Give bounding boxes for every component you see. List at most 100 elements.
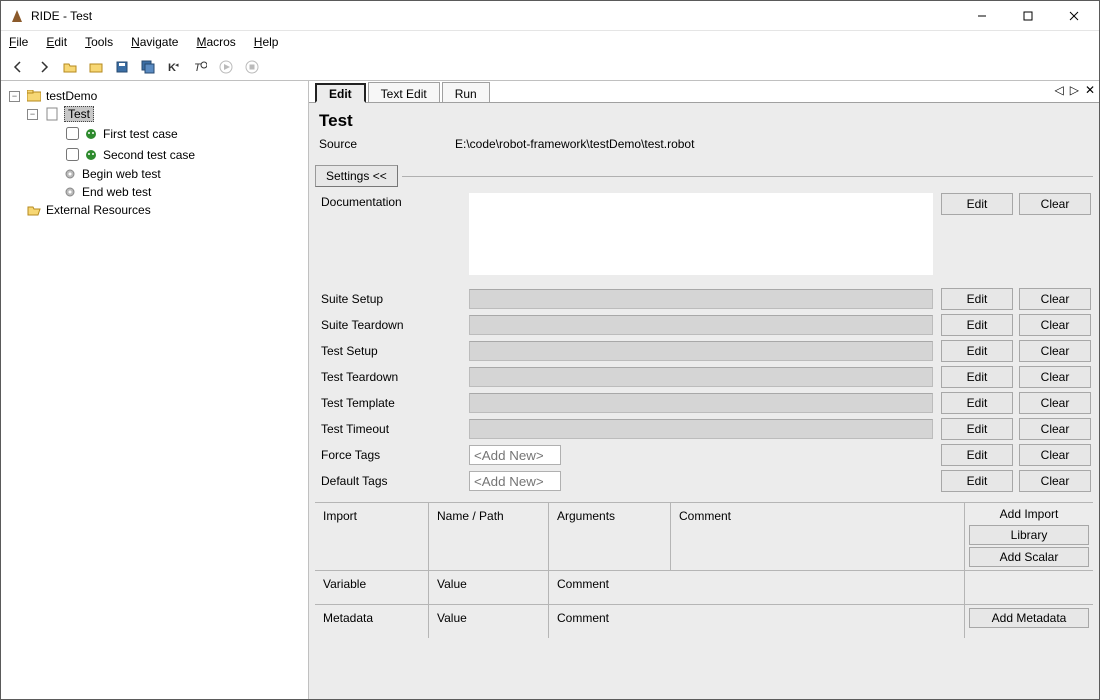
- editor-tabs: Edit Text Edit Run ◁ ▷ ✕: [309, 81, 1099, 103]
- keyword-icon[interactable]: K◂: [163, 56, 185, 78]
- menu-help[interactable]: Help: [254, 35, 279, 49]
- comment-col-header: Comment: [549, 605, 965, 638]
- suite-teardown-field[interactable]: [469, 315, 933, 335]
- test-teardown-clear-button[interactable]: Clear: [1019, 366, 1091, 388]
- svg-text:◂: ◂: [175, 62, 179, 69]
- maximize-button[interactable]: [1005, 1, 1051, 31]
- tree-item-label: First test case: [103, 127, 178, 141]
- default-tags-edit-button[interactable]: Edit: [941, 470, 1013, 492]
- gear-icon: [62, 184, 78, 200]
- test-timeout-edit-button[interactable]: Edit: [941, 418, 1013, 440]
- tab-edit[interactable]: Edit: [315, 83, 366, 103]
- forward-icon[interactable]: [33, 56, 55, 78]
- tab-run[interactable]: Run: [442, 82, 490, 102]
- search-test-icon[interactable]: T: [189, 56, 211, 78]
- documentation-field[interactable]: [469, 193, 933, 275]
- robot-icon: [83, 126, 99, 142]
- add-library-button[interactable]: Library: [969, 525, 1089, 545]
- tab-scroll-right-icon[interactable]: ▷: [1070, 83, 1079, 97]
- source-label: Source: [319, 137, 455, 151]
- run-icon[interactable]: [215, 56, 237, 78]
- comment-col-header: Comment: [671, 503, 965, 570]
- settings-toggle-button[interactable]: Settings <<: [315, 165, 398, 187]
- tree-kw-end[interactable]: End web test: [45, 183, 304, 201]
- menu-file[interactable]: File: [9, 35, 28, 49]
- suite-setup-clear-button[interactable]: Clear: [1019, 288, 1091, 310]
- close-button[interactable]: [1051, 1, 1097, 31]
- app-icon: [9, 8, 25, 24]
- metadata-col-header: Metadata: [315, 605, 429, 638]
- tree-item-label: Second test case: [103, 148, 195, 162]
- force-tags-clear-button[interactable]: Clear: [1019, 444, 1091, 466]
- minimize-button[interactable]: [959, 1, 1005, 31]
- tree-suite-test[interactable]: − Test: [27, 105, 304, 123]
- tree-external-resources[interactable]: External Resources: [9, 201, 304, 219]
- suite-teardown-label: Suite Teardown: [317, 318, 469, 332]
- test-setup-clear-button[interactable]: Clear: [1019, 340, 1091, 362]
- menu-macros[interactable]: Macros: [196, 35, 235, 49]
- test-template-edit-button[interactable]: Edit: [941, 392, 1013, 414]
- tab-scroll-left-icon[interactable]: ◁: [1054, 83, 1063, 97]
- titlebar: RIDE - Test: [1, 1, 1099, 31]
- toolbar: K◂ T: [1, 53, 1099, 81]
- project-tree[interactable]: − testDemo − Test F: [1, 81, 309, 699]
- tab-close-icon[interactable]: ✕: [1085, 83, 1095, 97]
- variable-grid: Variable Value Comment: [315, 570, 1093, 604]
- add-metadata-button[interactable]: Add Metadata: [969, 608, 1089, 628]
- tree-tc-second[interactable]: Second test case: [45, 144, 304, 165]
- tc-checkbox[interactable]: [66, 127, 79, 140]
- menu-tools[interactable]: Tools: [85, 35, 113, 49]
- tree-suite-label: Test: [64, 106, 94, 122]
- folder-icon: [26, 88, 42, 104]
- test-timeout-field[interactable]: [469, 419, 933, 439]
- test-template-field[interactable]: [469, 393, 933, 413]
- tc-checkbox[interactable]: [66, 148, 79, 161]
- force-tags-field[interactable]: [469, 445, 561, 465]
- suite-teardown-clear-button[interactable]: Clear: [1019, 314, 1091, 336]
- test-timeout-clear-button[interactable]: Clear: [1019, 418, 1091, 440]
- add-import-label: Add Import: [969, 506, 1089, 523]
- documentation-edit-button[interactable]: Edit: [941, 193, 1013, 215]
- comment-col-header: Comment: [549, 571, 965, 604]
- back-icon[interactable]: [7, 56, 29, 78]
- folder-icon[interactable]: [85, 56, 107, 78]
- force-tags-label: Force Tags: [317, 448, 469, 462]
- tree-tc-first[interactable]: First test case: [45, 123, 304, 144]
- menu-navigate[interactable]: Navigate: [131, 35, 178, 49]
- variable-col-header: Variable: [315, 571, 429, 604]
- value-col-header: Value: [429, 605, 549, 638]
- save-icon[interactable]: [111, 56, 133, 78]
- panel-title: Test: [319, 111, 1093, 131]
- robot-icon: [83, 147, 99, 163]
- test-teardown-field[interactable]: [469, 367, 933, 387]
- default-tags-label: Default Tags: [317, 474, 469, 488]
- test-teardown-edit-button[interactable]: Edit: [941, 366, 1013, 388]
- tree-item-label: External Resources: [46, 203, 151, 217]
- tree-root-testdemo[interactable]: − testDemo: [9, 87, 304, 105]
- save-all-icon[interactable]: [137, 56, 159, 78]
- test-setup-edit-button[interactable]: Edit: [941, 340, 1013, 362]
- default-tags-clear-button[interactable]: Clear: [1019, 470, 1091, 492]
- tree-root-label: testDemo: [46, 89, 97, 103]
- test-setup-field[interactable]: [469, 341, 933, 361]
- documentation-clear-button[interactable]: Clear: [1019, 193, 1091, 215]
- tree-item-label: End web test: [82, 185, 151, 199]
- suite-setup-edit-button[interactable]: Edit: [941, 288, 1013, 310]
- default-tags-field[interactable]: [469, 471, 561, 491]
- tree-item-label: Begin web test: [82, 167, 161, 181]
- test-setup-label: Test Setup: [317, 344, 469, 358]
- open-folder-icon[interactable]: [59, 56, 81, 78]
- tree-kw-begin[interactable]: Begin web test: [45, 165, 304, 183]
- folder-open-icon: [26, 202, 42, 218]
- source-value: E:\code\robot-framework\testDemo\test.ro…: [455, 137, 694, 151]
- divider: [402, 176, 1093, 177]
- add-scalar-button[interactable]: Add Scalar: [969, 547, 1089, 567]
- suite-teardown-edit-button[interactable]: Edit: [941, 314, 1013, 336]
- test-template-clear-button[interactable]: Clear: [1019, 392, 1091, 414]
- menubar: File Edit Tools Navigate Macros Help: [1, 31, 1099, 53]
- force-tags-edit-button[interactable]: Edit: [941, 444, 1013, 466]
- suite-setup-field[interactable]: [469, 289, 933, 309]
- menu-edit[interactable]: Edit: [46, 35, 67, 49]
- tab-text-edit[interactable]: Text Edit: [368, 82, 440, 102]
- stop-icon[interactable]: [241, 56, 263, 78]
